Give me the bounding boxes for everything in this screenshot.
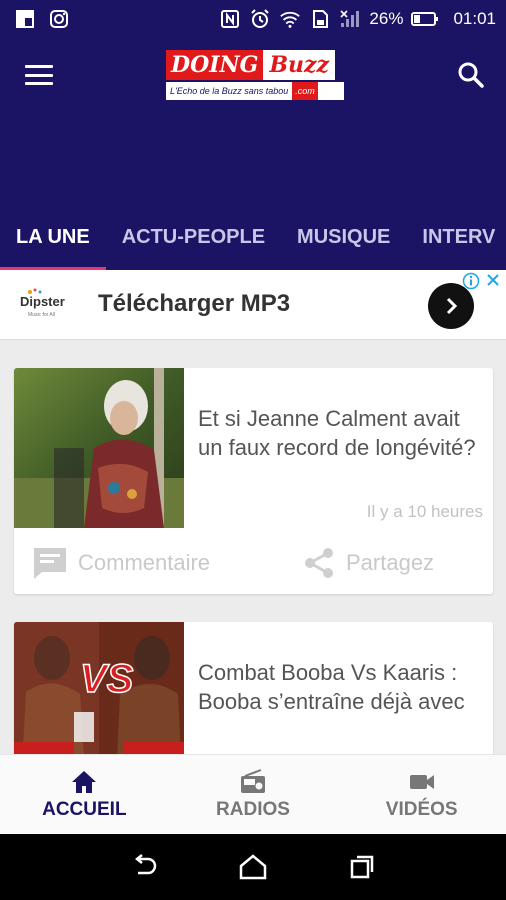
category-tabs: LA UNE ACTU-PEOPLE MUSIQUE INTERV	[0, 214, 506, 270]
article-thumbnail	[14, 368, 184, 528]
ad-info-icon[interactable]	[462, 272, 480, 290]
nav-accueil-label: ACCUEIL	[42, 798, 127, 820]
ad-close-icon[interactable]	[484, 271, 502, 289]
logo-doing: DOING	[166, 50, 264, 80]
bottom-navigation: ACCUEIL RADIOS VIDÉOS	[0, 754, 506, 834]
nav-videos-label: VIDÉOS	[385, 798, 458, 820]
chevron-right-icon	[446, 297, 458, 315]
comment-label: Commentaire	[78, 550, 211, 575]
recents-button[interactable]	[345, 850, 379, 884]
svg-text:Dipster: Dipster	[20, 294, 65, 309]
search-button[interactable]	[454, 58, 488, 92]
article-card[interactable]: Et si Jeanne Calment avait un faux recor…	[14, 368, 493, 594]
article-title[interactable]: Combat Booba Vs Kaaris : Booba s’entraîn…	[198, 658, 482, 716]
comment-button[interactable]: Commentaire	[32, 546, 210, 580]
flipboard-icon	[14, 8, 36, 30]
app-logo: DOING Buzz L'Echo de la Buzz sans tabou …	[166, 50, 344, 102]
article-thumbnail: VS	[14, 622, 184, 754]
article-card[interactable]: VS Combat Booba Vs Kaaris : Booba s’entr…	[14, 622, 493, 754]
share-icon	[305, 548, 333, 578]
system-navigation-bar	[0, 834, 506, 900]
article-title[interactable]: Et si Jeanne Calment avait un faux recor…	[198, 404, 482, 462]
no-signal-icon	[339, 8, 361, 30]
comment-icon	[34, 548, 66, 579]
article-actions: Commentaire Partagez	[14, 534, 493, 594]
tab-la-une[interactable]: LA UNE	[0, 214, 106, 270]
status-bar: 26% 01:01	[0, 0, 506, 38]
hamburger-icon	[25, 65, 53, 68]
app-bar: DOING Buzz L'Echo de la Buzz sans tabou …	[0, 38, 506, 214]
article-feed: Dipster Music for All Télécharger MP3 Et…	[0, 270, 506, 754]
tab-interviews[interactable]: INTERV	[406, 214, 506, 270]
recents-icon	[350, 855, 373, 879]
logo-tagline-text: L'Echo de la Buzz sans tabou	[170, 86, 289, 96]
logo-tagline: L'Echo de la Buzz sans tabou .com	[166, 82, 344, 100]
radio-icon	[241, 768, 265, 793]
hamburger-line	[25, 73, 53, 77]
home-outline-icon	[239, 854, 267, 880]
search-icon	[458, 62, 484, 88]
tab-actu-people[interactable]: ACTU-PEOPLE	[106, 214, 281, 270]
back-button[interactable]	[127, 850, 161, 884]
svg-text:Music for All: Music for All	[28, 312, 55, 318]
wifi-icon	[279, 8, 301, 30]
logo-com: .com	[292, 82, 318, 100]
nav-videos[interactable]: VIDÉOS	[337, 755, 506, 834]
home-icon	[72, 770, 97, 793]
instagram-icon	[48, 8, 70, 30]
article-timestamp: Il y a 10 heures	[366, 502, 483, 521]
nav-accueil[interactable]: ACCUEIL	[0, 755, 169, 834]
hamburger-line	[25, 82, 53, 85]
battery-percent: 26%	[369, 9, 404, 28]
ad-brand-logo: Dipster Music for All	[20, 288, 65, 318]
share-button[interactable]: Partagez	[302, 546, 434, 580]
alarm-icon	[249, 8, 271, 30]
share-label: Partagez	[346, 550, 435, 575]
battery-icon	[411, 8, 439, 30]
nav-radios-label: RADIOS	[216, 798, 290, 820]
tab-musique[interactable]: MUSIQUE	[281, 214, 406, 270]
clock: 01:01	[453, 9, 496, 28]
nfc-icon	[219, 8, 241, 30]
svg-text:VS: VS	[80, 657, 134, 701]
ad-banner[interactable]: Dipster Music for All Télécharger MP3	[0, 270, 506, 340]
sd-card-icon	[309, 8, 331, 30]
back-icon	[135, 854, 157, 875]
menu-button[interactable]	[22, 60, 56, 90]
logo-buzz: Buzz	[263, 50, 336, 80]
ad-title: Télécharger MP3	[98, 290, 291, 317]
home-button[interactable]	[236, 850, 270, 884]
videocam-icon	[409, 774, 434, 789]
nav-radios[interactable]: RADIOS	[169, 755, 338, 834]
